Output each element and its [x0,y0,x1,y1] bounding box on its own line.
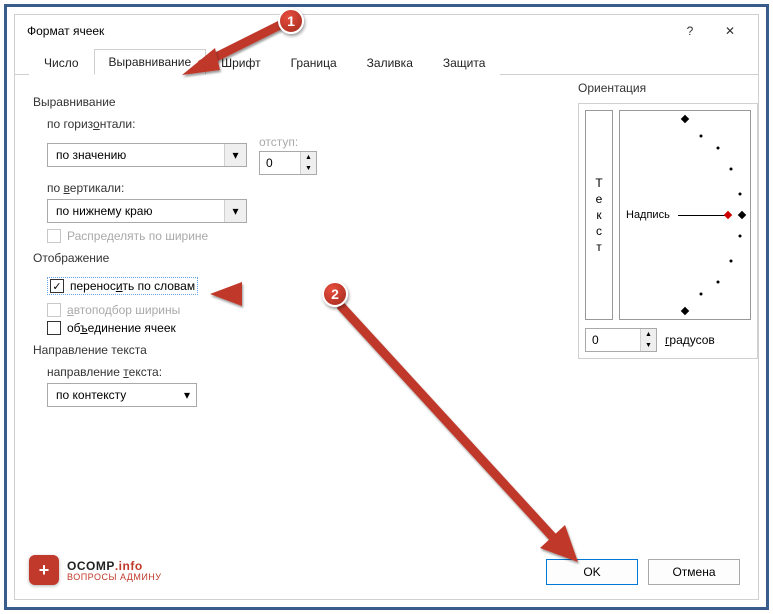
alignment-group-label: Выравнивание [33,95,573,109]
dial-marker-icon [681,307,689,315]
chevron-down-icon: ▾ [224,200,246,222]
orientation-box: Текст Надпись [578,103,758,359]
tab-number[interactable]: Число [29,50,94,75]
tab-alignment[interactable]: Выравнивание [94,49,207,75]
dial-dot-icon [716,147,719,150]
dial-dot-icon [699,134,702,137]
indent-label: отступ: [259,135,317,149]
wrap-checkbox[interactable]: ✓ переносить по словам [47,277,198,295]
logo-tagline: ВОПРОСЫ АДМИНУ [67,573,162,582]
alignment-group: Выравнивание по горизонтали: по значению… [33,95,573,243]
checkbox-box [47,229,61,243]
distribute-label: Распределять по ширине [67,229,208,243]
dial-dot-icon [716,280,719,283]
shrink-checkbox: автоподбор ширины [47,303,573,317]
tab-protection[interactable]: Защита [428,50,501,75]
horizontal-combo[interactable]: по значению ▾ [47,143,247,167]
dial-dot-icon [738,193,741,196]
dial-dot-icon [699,293,702,296]
indent-value[interactable] [260,152,300,174]
spin-up-icon[interactable]: ▲ [301,152,316,163]
outer-frame: Формат ячеек ? ✕ Число Выравнивание Шриф… [4,4,769,610]
horizontal-label: по горизонтали: [47,117,573,131]
vertical-value: по нижнему краю [48,204,224,218]
close-button[interactable]: ✕ [710,17,750,45]
watermark-logo: + OCOMP.info ВОПРОСЫ АДМИНУ [29,555,162,585]
content-area: Выравнивание по горизонтали: по значению… [15,75,758,429]
indent-spinner[interactable]: ▲ ▼ [259,151,317,175]
spin-down-icon[interactable]: ▼ [301,163,316,174]
display-group: Отображение ✓ переносить по словам автоп… [33,251,573,335]
orientation-label: Ориентация [578,81,758,95]
checkbox-box [47,321,61,335]
degrees-spinner[interactable]: ▲ ▼ [585,328,657,352]
dial-label: Надпись [626,209,670,221]
distribute-checkbox: Распределять по ширине [47,229,573,243]
horizontal-value: по значению [48,148,224,162]
shrink-label: автоподбор ширины [67,303,180,317]
direction-value: по контексту [48,388,178,402]
tab-bar: Число Выравнивание Шрифт Граница Заливка… [15,47,758,75]
wrap-label: переносить по словам [70,279,195,293]
tab-border[interactable]: Граница [276,50,352,75]
merge-label: объединение ячеек [67,321,176,335]
annotation-marker-2: 2 [322,281,348,307]
spinner-buttons[interactable]: ▲ ▼ [640,329,656,351]
tab-font[interactable]: Шрифт [206,50,275,75]
chevron-down-icon: ▾ [178,384,196,406]
dial-marker-icon [681,115,689,123]
spin-up-icon[interactable]: ▲ [641,329,656,340]
annotation-marker-1: 1 [278,8,304,34]
dialog-buttons: OK Отмена [546,559,740,585]
tab-fill[interactable]: Заливка [352,50,428,75]
orientation-dial[interactable]: Надпись [619,110,751,320]
dial-marker-icon [738,211,746,219]
direction-label: направление текста: [47,365,573,379]
direction-combo[interactable]: по контексту ▾ [47,383,197,407]
plus-icon: + [29,555,59,585]
logo-name: OCOMP.info [67,558,162,573]
display-group-label: Отображение [33,251,573,265]
direction-group: Направление текста направление текста: п… [33,343,573,407]
dial-dot-icon [738,234,741,237]
dial-dot-icon [729,168,732,171]
ok-button[interactable]: OK [546,559,638,585]
dial-line [678,215,730,216]
spin-down-icon[interactable]: ▼ [641,340,656,351]
titlebar: Формат ячеек ? ✕ [15,15,758,47]
merge-checkbox[interactable]: объединение ячеек [47,321,573,335]
vertical-combo[interactable]: по нижнему краю ▾ [47,199,247,223]
chevron-down-icon: ▾ [224,144,246,166]
dialog-window: Формат ячеек ? ✕ Число Выравнивание Шриф… [14,14,759,600]
window-title: Формат ячеек [23,24,670,38]
dial-pivot-icon [724,211,732,219]
orientation-group: Ориентация Текст Надпись [578,75,758,359]
spinner-buttons[interactable]: ▲ ▼ [300,152,316,174]
left-column: Выравнивание по горизонтали: по значению… [33,95,573,407]
degrees-value[interactable] [586,329,640,351]
checkbox-box: ✓ [50,279,64,293]
vertical-label: по вертикали: [47,181,573,195]
degrees-label: градусов [665,333,715,347]
checkbox-box [47,303,61,317]
help-button[interactable]: ? [670,17,710,45]
cancel-button[interactable]: Отмена [648,559,740,585]
vertical-text-button[interactable]: Текст [585,110,613,320]
dial-dot-icon [729,259,732,262]
direction-group-label: Направление текста [33,343,573,357]
